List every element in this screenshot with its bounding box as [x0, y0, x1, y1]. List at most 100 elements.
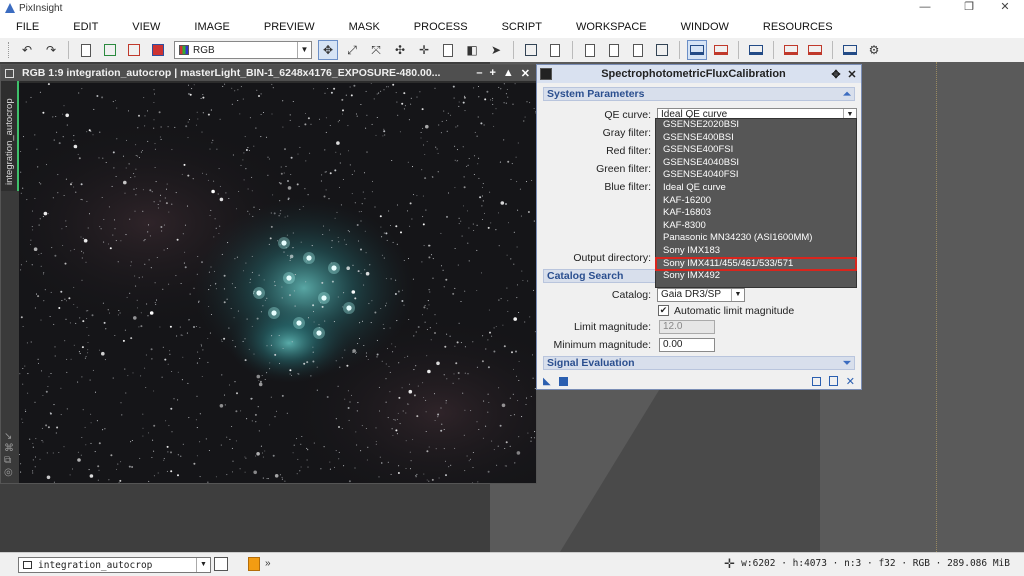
qe-option[interactable]: Panasonic MN34230 (ASI1600MM) [656, 232, 856, 245]
hash-icon[interactable] [652, 40, 672, 60]
apply-global-icon[interactable] [558, 376, 568, 386]
qe-option[interactable]: KAF-16200 [656, 195, 856, 208]
process-instance-icon[interactable] [248, 557, 260, 571]
menu-process[interactable]: PROCESS [397, 16, 485, 38]
process-explorer-icon[interactable] [604, 40, 624, 60]
menu-image[interactable]: IMAGE [177, 16, 246, 38]
minimize-button[interactable]: — [910, 0, 940, 16]
menu-edit[interactable]: EDIT [56, 16, 115, 38]
monitor-icon[interactable] [687, 40, 707, 60]
close-icon[interactable]: ✕ [521, 67, 530, 80]
redo-icon[interactable]: ↷ [41, 40, 61, 60]
qe-option[interactable]: GSENSE2020BSI [656, 119, 856, 132]
zoom-out-icon[interactable]: ✣ [390, 40, 410, 60]
image-canvas[interactable] [19, 83, 536, 483]
lock-icon[interactable]: ⧉ [4, 455, 14, 467]
qe-option[interactable]: KAF-16803 [656, 207, 856, 220]
color-channels-icon[interactable] [124, 40, 144, 60]
minimize-icon[interactable]: – [476, 67, 482, 79]
close-button[interactable]: ✕ [990, 0, 1020, 16]
undo-icon[interactable]: ↶ [17, 40, 37, 60]
minimum-magnitude-input[interactable]: 0.00 [659, 338, 715, 352]
screen-icon[interactable] [840, 40, 860, 60]
file-explorer-icon[interactable] [628, 40, 648, 60]
catalog-select[interactable]: Gaia DR3/SP ▼ [657, 288, 745, 302]
image-window-titlebar[interactable]: RGB 1:9 integration_autocrop | masterLig… [1, 65, 536, 81]
workspace[interactable]: RGB 1:9 integration_autocrop | masterLig… [0, 62, 1024, 552]
image-info-icon[interactable] [76, 40, 96, 60]
toolbar-grip[interactable] [8, 42, 11, 58]
mask-invert-icon[interactable] [805, 40, 825, 60]
qe-option[interactable]: KAF-8300 [656, 220, 856, 233]
qe-option[interactable]: Sony IMX411/455/461/533/571 [655, 256, 857, 272]
pin-icon[interactable]: ↘ [4, 431, 14, 443]
view-list-icon[interactable] [214, 557, 228, 571]
qe-option[interactable]: GSENSE4040BSI [656, 157, 856, 170]
cursor-icon[interactable]: ➤ [486, 40, 506, 60]
zoom-in-icon[interactable]: ⤧ [366, 40, 386, 60]
qe-curve-label: QE curve: [604, 109, 651, 121]
chevron-down-icon[interactable]: ▼ [297, 42, 311, 58]
menu-view[interactable]: VIEW [115, 16, 177, 38]
maximize-icon[interactable]: + [489, 67, 495, 79]
rgb-split-icon[interactable] [100, 40, 120, 60]
qe-option[interactable]: GSENSE400FSI [656, 144, 856, 157]
more-icon[interactable]: » [265, 558, 271, 569]
new-instance-icon[interactable]: ◣ [543, 376, 551, 387]
fit-view-icon[interactable]: ⤢ [342, 40, 362, 60]
menu-window[interactable]: WINDOW [664, 16, 746, 38]
auto-limit-checkbox[interactable]: ✔ [658, 305, 669, 316]
edit-instance-icon[interactable] [828, 376, 838, 386]
view-id-tab[interactable]: integration_autocrop [1, 81, 19, 191]
center-icon[interactable]: ◧ [462, 40, 482, 60]
view-selector[interactable]: integration_autocrop ▼ [18, 557, 211, 573]
browse-docs-icon[interactable] [811, 376, 821, 386]
qe-option[interactable]: Sony IMX492 [656, 270, 856, 283]
qe-option[interactable]: GSENSE4040FSI [656, 169, 856, 182]
limit-magnitude-label: Limit magnitude: [573, 321, 651, 333]
close-icon[interactable]: ✕ [845, 68, 859, 81]
qe-option[interactable]: GSENSE400BSI [656, 132, 856, 145]
green-filter-label: Green filter: [596, 163, 651, 175]
toolbar-divider [513, 41, 514, 59]
section-signal-evaluation[interactable]: Signal Evaluation ⏷ [543, 356, 855, 370]
chevron-down-icon[interactable]: ▼ [196, 558, 210, 572]
view-explorer-icon[interactable] [521, 40, 541, 60]
color-manage-icon[interactable] [148, 40, 168, 60]
menu-resources[interactable]: RESOURCES [746, 16, 850, 38]
limit-magnitude-input: 12.0 [659, 320, 715, 334]
qe-option[interactable]: Sony IMX183 [656, 245, 856, 258]
menu-workspace[interactable]: WORKSPACE [559, 16, 664, 38]
title-bar: PixInsight — ❐ ✕ [0, 0, 1024, 16]
mask-show-icon[interactable] [781, 40, 801, 60]
qe-curve-dropdown[interactable]: GSENSE2020BSI GSENSE400BSI GSENSE400FSI GSE… [655, 118, 857, 288]
move-icon[interactable]: ✛ [414, 40, 434, 60]
section-system-parameters[interactable]: System Parameters ⏶ [543, 87, 855, 101]
shade-icon[interactable]: ▲ [503, 67, 514, 79]
restore-button[interactable]: ❐ [954, 0, 984, 16]
history-explorer-icon[interactable] [545, 40, 565, 60]
preview-icon[interactable] [746, 40, 766, 60]
dialog-titlebar[interactable]: SpectrophotometricFluxCalibration ✥ ✕ [537, 65, 861, 83]
reset-icon[interactable]: ✕ [846, 375, 855, 388]
target-icon[interactable]: ◎ [4, 467, 14, 479]
crosshair-icon[interactable]: ✛ [724, 556, 735, 572]
menu-file[interactable]: FILE [0, 16, 56, 38]
pan-mode-icon[interactable]: ✥ [318, 40, 338, 60]
settings-icon[interactable]: ⚙ [864, 40, 884, 60]
app-title: PixInsight [19, 2, 63, 14]
shade-icon[interactable]: ✥ [829, 68, 843, 81]
channel-select[interactable]: RGB ▼ [174, 41, 312, 59]
menu-preview[interactable]: PREVIEW [247, 16, 332, 38]
format-explorer-icon[interactable] [580, 40, 600, 60]
menu-script[interactable]: SCRIPT [485, 16, 559, 38]
stf-icon[interactable] [711, 40, 731, 60]
collapse-icon[interactable]: ⏶ [843, 89, 851, 100]
chevron-down-icon[interactable]: ▼ [731, 289, 744, 301]
qe-option[interactable]: Ideal QE curve [656, 182, 856, 195]
expand-icon[interactable]: ⏷ [843, 358, 851, 369]
menu-mask[interactable]: MASK [332, 16, 397, 38]
link-icon[interactable]: ⌘ [4, 443, 14, 455]
image-window[interactable]: RGB 1:9 integration_autocrop | masterLig… [0, 64, 537, 484]
readout-icon[interactable] [438, 40, 458, 60]
